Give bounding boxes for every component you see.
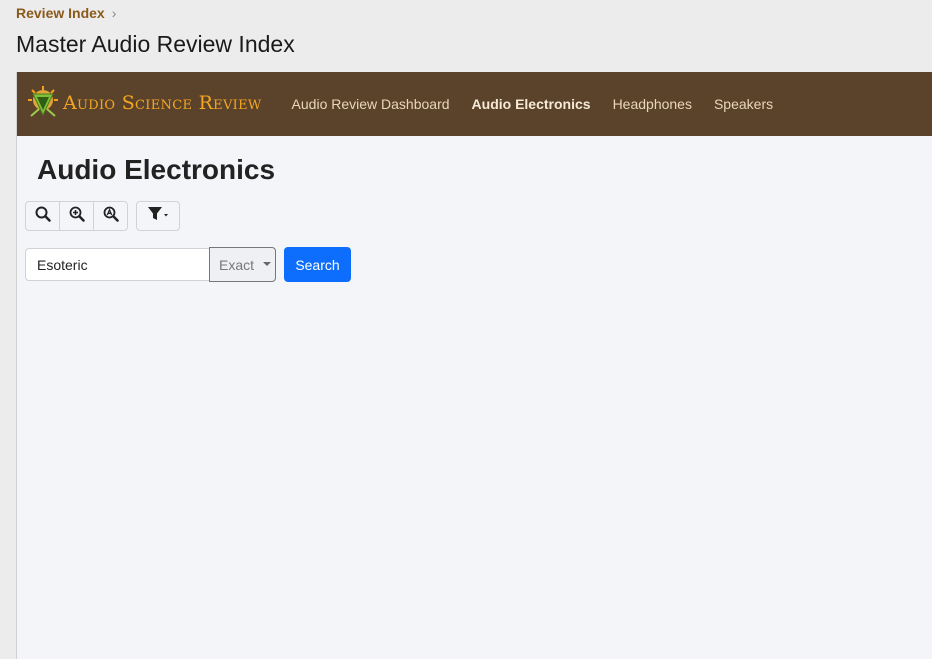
zoom-button-group — [25, 201, 128, 231]
match-mode-select[interactable]: Exact — [209, 247, 276, 282]
zoom-in-button[interactable] — [60, 202, 94, 230]
zoom-in-icon — [69, 206, 85, 227]
search-submit-button[interactable]: Search — [284, 247, 351, 282]
search-button[interactable] — [26, 202, 60, 230]
chevron-down-icon — [263, 261, 272, 266]
section-heading: Audio Electronics — [37, 154, 276, 185]
search-input[interactable] — [25, 248, 209, 281]
match-mode-value: Exact — [219, 256, 255, 273]
nav-link-audio-electronics[interactable]: Audio Electronics — [472, 96, 591, 112]
search-form: Exact Search — [25, 247, 351, 282]
toolbar — [25, 201, 180, 231]
search-icon — [35, 206, 51, 227]
zoom-auto-button[interactable] — [94, 202, 127, 230]
page-title: Master Audio Review Index — [16, 31, 295, 57]
nav-link-headphones[interactable]: Headphones — [613, 96, 692, 112]
chevron-right-icon: › — [111, 5, 117, 21]
top-navbar: Audio Science Review Audio Review Dashbo… — [17, 72, 932, 136]
zoom-auto-icon — [103, 206, 119, 227]
filter-icon — [147, 206, 169, 227]
breadcrumb-review-index-link[interactable]: Review Index — [16, 5, 105, 21]
filter-dropdown-button[interactable] — [136, 201, 180, 231]
nav-links: Audio Review Dashboard Audio Electronics… — [292, 96, 796, 112]
brand-name: Audio Science Review — [63, 92, 262, 114]
nav-link-audio-review-dashboard[interactable]: Audio Review Dashboard — [292, 96, 450, 112]
brand-logo-link[interactable]: Audio Science Review — [25, 85, 262, 124]
nav-link-speakers[interactable]: Speakers — [714, 96, 773, 112]
embedded-app-frame: Audio Science Review Audio Review Dashbo… — [16, 72, 932, 659]
breadcrumb: Review Index › — [16, 5, 116, 21]
asr-logo-icon — [25, 85, 61, 124]
